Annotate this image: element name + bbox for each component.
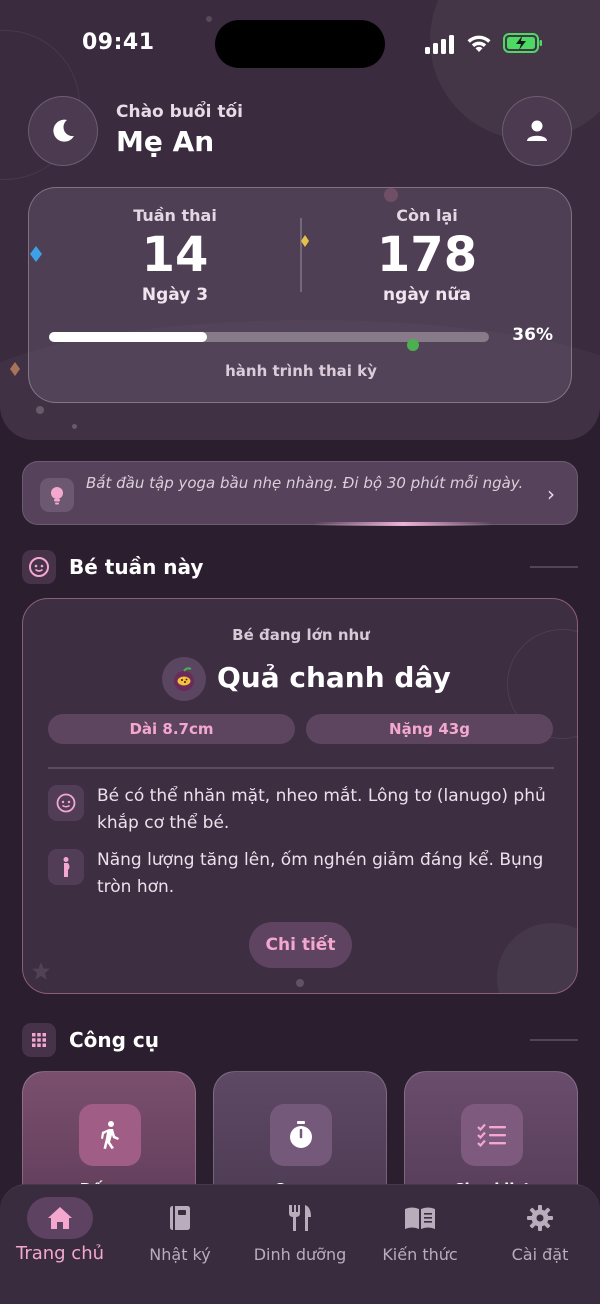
nav-label: Dinh dưỡng — [253, 1245, 347, 1264]
pregnancy-progress-bar — [49, 332, 489, 342]
pregnancy-progress-card: Tuần thai 14 Ngày 3 Còn lại 178 ngày nữa… — [28, 187, 572, 403]
tip-glow — [313, 522, 493, 526]
lightbulb-icon — [40, 478, 74, 512]
progress-caption: hành trình thai kỳ — [225, 362, 377, 380]
week-value: 14 — [141, 227, 209, 283]
app-screen: 09:41 Chào buổi tối Mẹ An Tuần thai 14 N… — [0, 0, 600, 1304]
bottom-navigation: Trang chủ Nhật ký Dinh dưỡng Kiến thức C… — [0, 1184, 600, 1304]
nav-item-knowledge[interactable]: Kiến thức — [360, 1185, 480, 1285]
nav-item-settings[interactable]: Cài đặt — [480, 1185, 600, 1285]
nav-item-home[interactable]: Trang chủ — [0, 1185, 120, 1285]
status-time: 09:41 — [82, 30, 155, 55]
knowledge-icon — [387, 1197, 453, 1239]
fruit-name: Quả chanh dây — [217, 661, 451, 694]
remaining-label: Còn lại — [396, 206, 458, 225]
remaining-block: Còn lại 178 ngày nữa — [327, 206, 527, 305]
nutrition-icon — [267, 1197, 333, 1239]
home-icon — [27, 1197, 93, 1239]
remaining-value: 178 — [376, 227, 478, 283]
baby-week-card: Bé đang lớn như Quả chanh dây Dài 8.7cm … — [22, 598, 578, 994]
settings-icon — [507, 1197, 573, 1239]
walking-icon — [79, 1104, 141, 1166]
baby-weight-badge: Nặng 43g — [306, 714, 553, 744]
section-divider — [530, 566, 578, 568]
nav-label: Cài đặt — [511, 1245, 569, 1264]
week-label: Tuần thai — [133, 206, 217, 225]
daily-tip-banner[interactable]: Bắt đầu tập yoga bầu nhẹ nhàng. Đi bộ 30… — [22, 461, 578, 526]
decor-dot — [72, 424, 77, 429]
chevron-right-icon: › — [547, 482, 555, 506]
baby-section-title: Bé tuần này — [69, 555, 204, 579]
day-text: Ngày 3 — [141, 285, 209, 305]
nav-label: Nhật ký — [149, 1245, 211, 1264]
wifi-icon — [465, 32, 493, 54]
battery-charging-icon — [503, 33, 543, 53]
nav-item-nutrition[interactable]: Dinh dưỡng — [240, 1185, 360, 1285]
nav-item-diary[interactable]: Nhật ký — [120, 1185, 240, 1285]
decor-dot — [296, 979, 304, 987]
detail-button[interactable]: Chi tiết — [249, 922, 352, 968]
remaining-unit: ngày nữa — [383, 285, 471, 305]
sparkle-icon — [30, 246, 42, 262]
diary-icon — [147, 1197, 213, 1239]
passion-fruit-icon — [162, 657, 206, 701]
progress-marker — [407, 339, 419, 351]
checklist-icon — [461, 1104, 523, 1166]
nav-label: Trang chủ — [15, 1243, 105, 1264]
card-divider — [48, 767, 554, 769]
baby-face-icon — [22, 550, 56, 584]
tip-text: Bắt đầu tập yoga bầu nhẹ nhàng. Đi bộ 30… — [86, 474, 524, 492]
section-divider — [530, 1039, 578, 1041]
dynamic-island — [215, 20, 385, 68]
theme-toggle-button[interactable] — [28, 96, 98, 166]
baby-face-icon — [48, 785, 84, 821]
grid-icon — [22, 1023, 56, 1057]
person-icon — [527, 120, 547, 141]
sparkle-icon — [10, 362, 20, 376]
card-divider — [300, 218, 302, 292]
baby-length-badge: Dài 8.7cm — [48, 714, 295, 744]
timer-icon — [270, 1104, 332, 1166]
nav-label: Kiến thức — [382, 1245, 458, 1264]
status-bar: 09:41 — [0, 0, 600, 88]
profile-button[interactable] — [502, 96, 572, 166]
mother-fact-text: Năng lượng tăng lên, ốm nghén giảm đáng … — [97, 850, 544, 897]
week-block: Tuần thai 14 Ngày 3 — [75, 206, 275, 305]
progress-percent: 36% — [512, 325, 553, 345]
user-name: Mẹ An — [116, 125, 215, 158]
baby-size-label: Bé đang lớn như — [232, 626, 370, 644]
pregnant-woman-icon — [48, 849, 84, 885]
decor-dot — [36, 406, 44, 414]
tools-section-title: Công cụ — [69, 1028, 160, 1052]
cellular-signal-icon — [425, 34, 457, 54]
star-icon — [32, 962, 50, 980]
moon-icon — [53, 119, 74, 142]
sparkle-icon — [301, 235, 309, 247]
decor-blob — [497, 923, 577, 993]
baby-fact-text: Bé có thể nhăn mặt, nheo mắt. Lông tơ (l… — [97, 786, 546, 833]
greeting-subtitle: Chào buổi tối — [116, 102, 243, 122]
progress-fill — [49, 332, 208, 342]
